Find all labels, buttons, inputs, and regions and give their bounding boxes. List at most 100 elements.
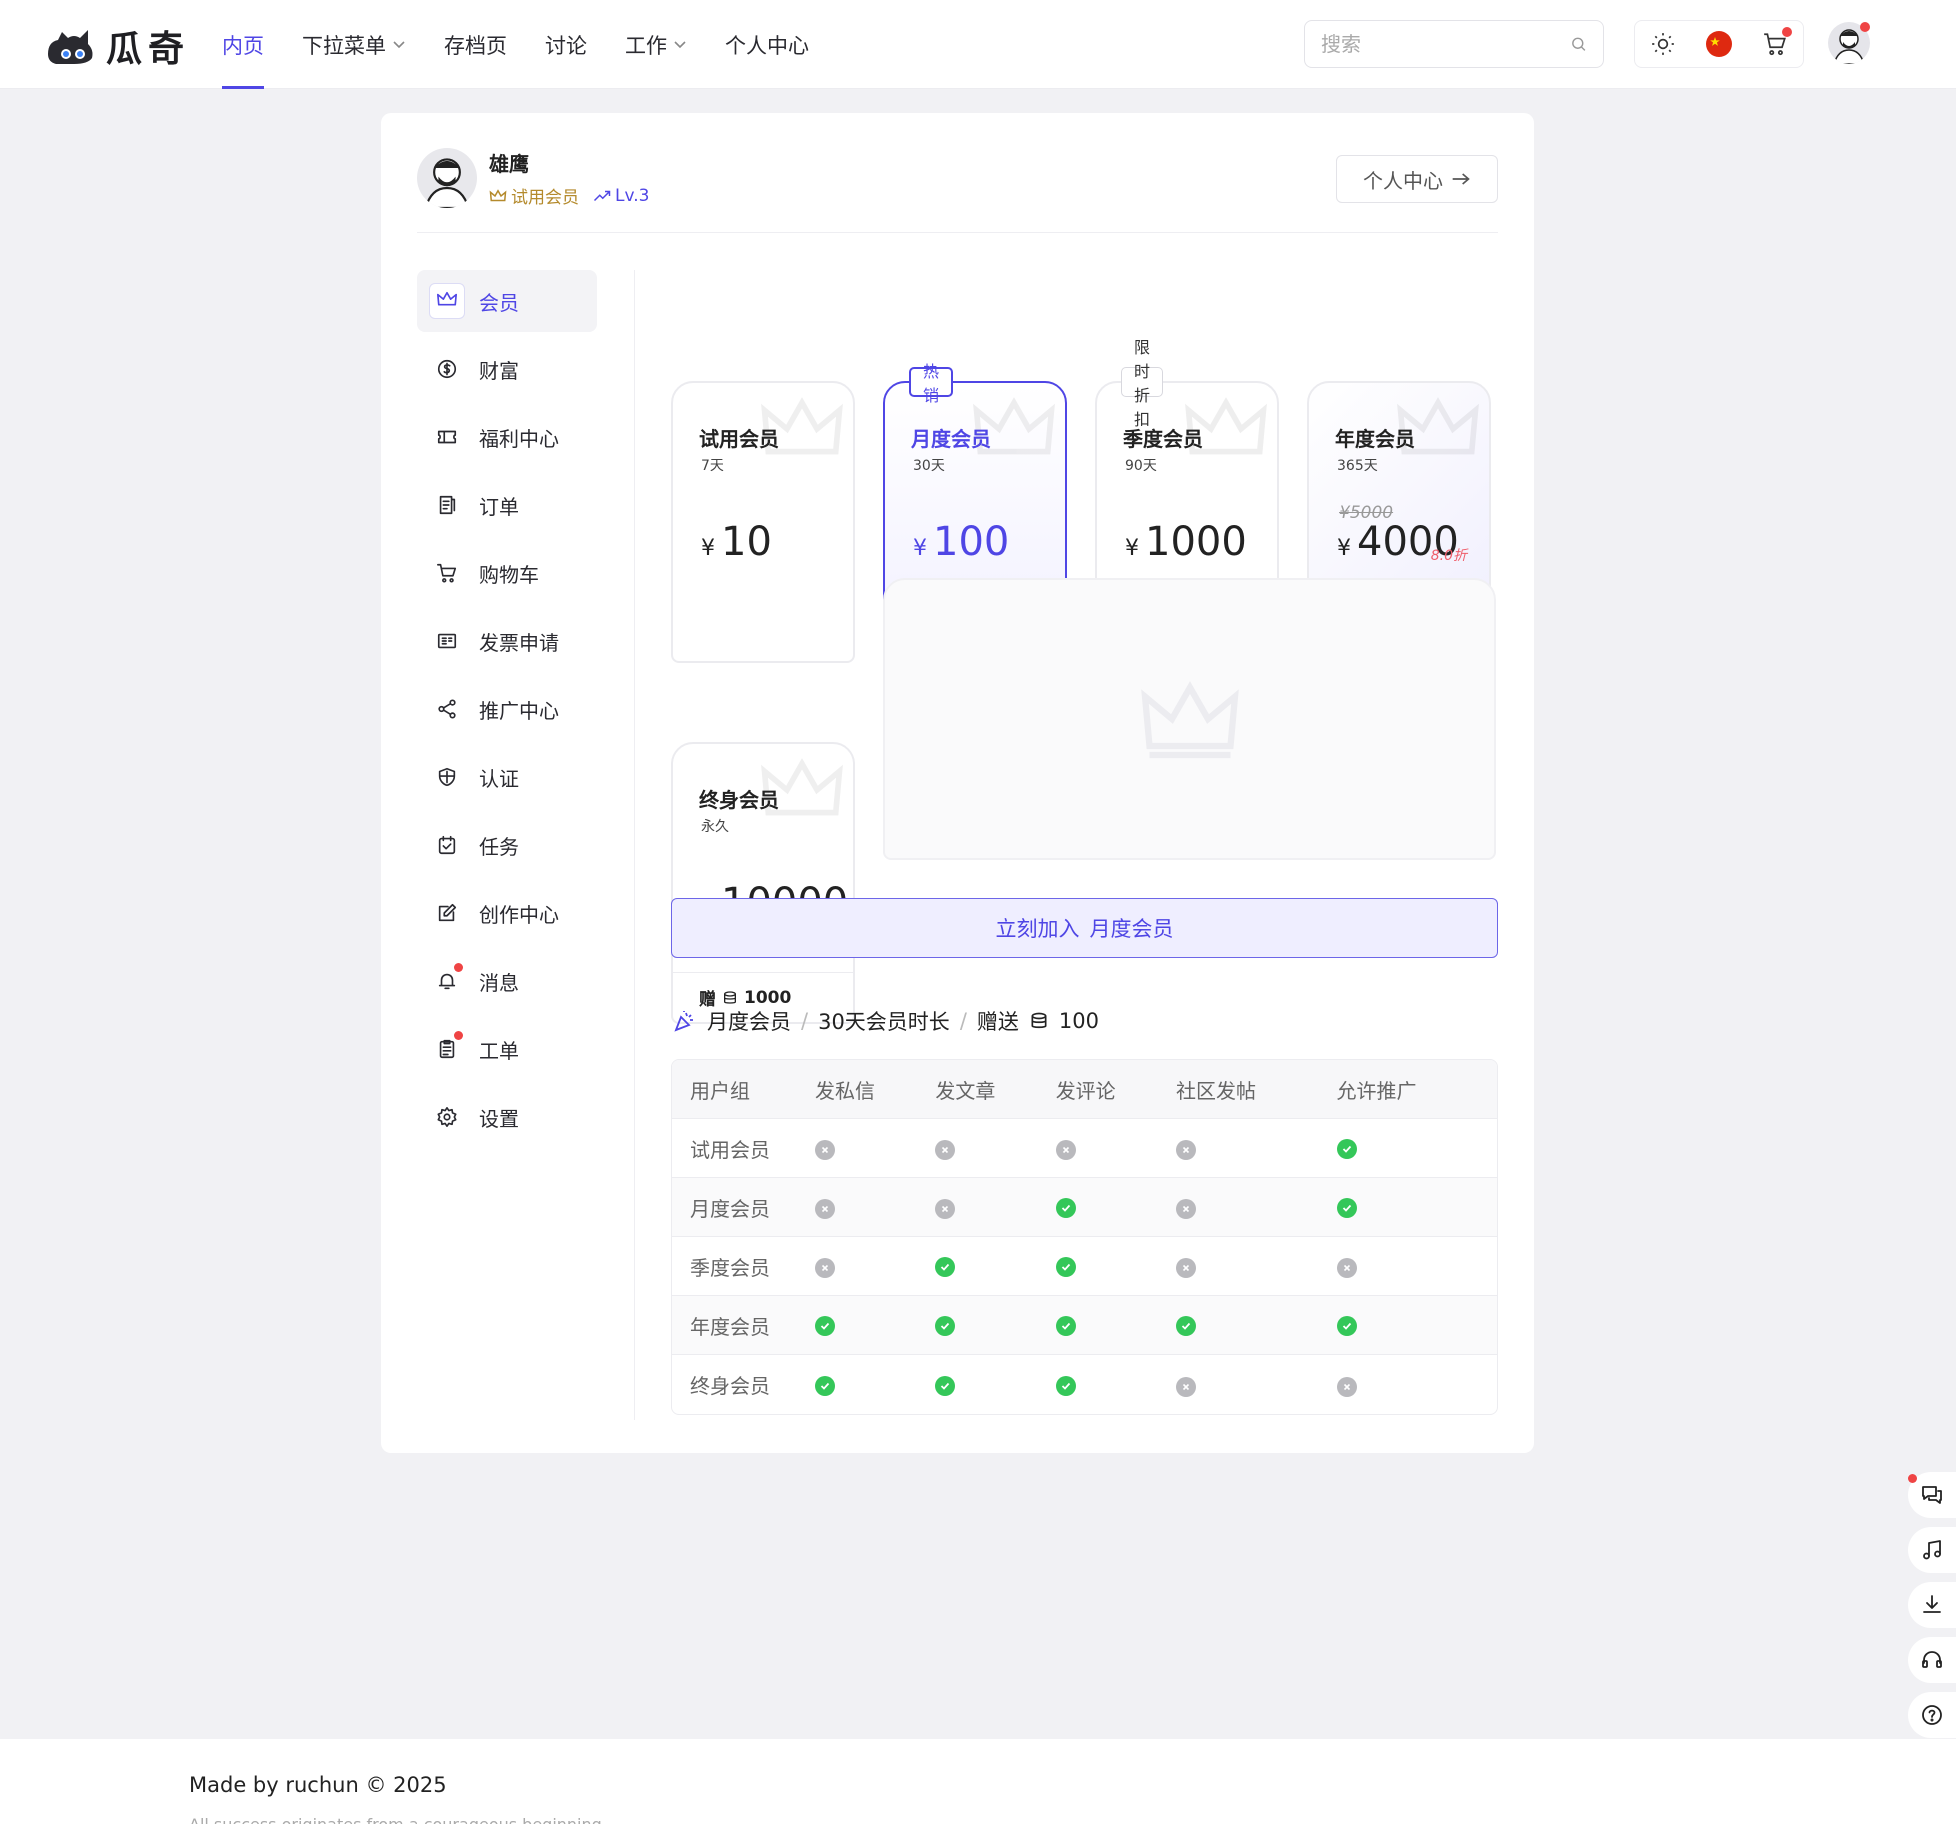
menu-item[interactable]: 任务 [417, 814, 597, 876]
plan-duration: 7天 [701, 458, 724, 474]
empty-plan-slot [883, 578, 1496, 860]
plan-summary: 月度会员 / 30天会员时长 / 赠送 100 [673, 1006, 1099, 1036]
permission-cell [1336, 1296, 1497, 1355]
task-icon [438, 835, 456, 855]
permission-row: 试用会员 [672, 1119, 1497, 1178]
x-circle-icon [1176, 1258, 1197, 1278]
search-input[interactable] [1321, 32, 1570, 56]
chevron-down-icon [674, 40, 686, 48]
nav-label: 讨论 [545, 33, 587, 58]
nav-item[interactable]: 存档页 [444, 0, 507, 89]
help-float-button[interactable] [1908, 1692, 1956, 1738]
plan-card[interactable]: 试用会员 7天 ¥10 [671, 381, 855, 663]
crown-placeholder-icon [1140, 681, 1239, 759]
menu-item[interactable]: 财富 [417, 338, 597, 400]
share-icon [438, 699, 456, 719]
user-avatar[interactable] [417, 148, 477, 208]
download-float-button[interactable] [1908, 1582, 1956, 1628]
check-circle-icon [1055, 1257, 1076, 1277]
menu-label: 购物车 [479, 562, 539, 587]
x-circle-icon [815, 1258, 835, 1278]
headset-float-button[interactable] [1908, 1637, 1956, 1683]
notification-dot [454, 1031, 463, 1040]
permission-cell [935, 1237, 1056, 1296]
menu-label: 认证 [479, 766, 519, 791]
sun-icon [1652, 33, 1674, 55]
menu-icon-wrap [429, 351, 465, 387]
download-icon [1923, 1595, 1941, 1613]
plan-duration: 90天 [1125, 458, 1157, 474]
menu-icon-wrap [429, 419, 465, 455]
permission-cell [1055, 1237, 1177, 1296]
footer-motto: All success originates from a courageous… [189, 1815, 602, 1824]
music-float-button[interactable] [1908, 1527, 1956, 1573]
permission-cell [1336, 1237, 1497, 1296]
menu-item[interactable]: 订单 [417, 474, 597, 536]
permission-cell [935, 1355, 1055, 1414]
menu-label: 任务 [479, 834, 519, 859]
coin-icon [437, 359, 457, 379]
permission-cell [1055, 1178, 1177, 1237]
permission-header: 用户组 [672, 1060, 815, 1119]
chat-float-button[interactable] [1908, 1472, 1956, 1518]
chat-icon [1922, 1486, 1942, 1504]
check-circle-icon [935, 1257, 956, 1277]
menu-item[interactable]: 创作中心 [417, 882, 597, 944]
plan-duration: 永久 [701, 819, 729, 835]
user-name: 雄鹰 [489, 152, 529, 176]
nav-item[interactable]: 个人中心 [725, 0, 809, 89]
personal-center-button[interactable]: 个人中心 [1336, 155, 1498, 203]
menu-item[interactable]: 推广中心 [417, 678, 597, 740]
nav-label: 个人中心 [725, 33, 809, 58]
menu-label: 创作中心 [479, 902, 559, 927]
theme-toggle-button[interactable] [1646, 27, 1680, 61]
clipboard-icon [439, 1039, 455, 1059]
nav-item[interactable]: 工作 [625, 0, 687, 89]
check-circle-icon [1176, 1316, 1197, 1336]
nav-label: 下拉菜单 [302, 33, 386, 58]
plan-price: ¥100 [913, 519, 1009, 565]
plan-price: ¥10 [701, 519, 772, 565]
menu-item[interactable]: 会员 [417, 270, 597, 332]
plan-price: ¥1000 [1125, 519, 1247, 565]
chevron-down-icon [393, 40, 405, 48]
party-popper-icon [674, 1011, 693, 1032]
x-circle-icon [815, 1140, 835, 1160]
search-box[interactable] [1304, 20, 1604, 68]
menu-item[interactable]: 认证 [417, 746, 597, 808]
menu-divider [634, 270, 635, 1420]
x-circle-icon [1176, 1376, 1197, 1397]
cart-button[interactable] [1758, 27, 1792, 61]
check-circle-icon [1336, 1198, 1357, 1218]
search-icon[interactable] [1570, 33, 1587, 55]
header-divider [417, 232, 1498, 233]
permission-cell [935, 1178, 1056, 1237]
check-circle-icon [935, 1316, 956, 1336]
language-button[interactable] [1702, 27, 1736, 61]
permission-cell [815, 1178, 936, 1237]
nav-item[interactable]: 讨论 [545, 0, 587, 89]
site-logo[interactable]: 瓜奇 [44, 20, 190, 72]
plan-price-value: 1000 [1145, 519, 1247, 565]
page-footer: Made by ruchun © 2025 All success origin… [0, 1739, 1956, 1824]
summary-separator: / [959, 1009, 967, 1033]
menu-item[interactable]: 设置 [417, 1086, 597, 1148]
menu-item[interactable]: 购物车 [417, 542, 597, 604]
permission-cell [815, 1119, 936, 1178]
level-label: Lv.3 [615, 185, 650, 206]
menu-item[interactable]: 工单 [417, 1018, 597, 1080]
nav-item[interactable]: 内页 [222, 0, 264, 89]
plan-discount: 8.0折 [1430, 548, 1467, 564]
menu-item[interactable]: 发票申请 [417, 610, 597, 672]
plan-badge: 热销 [909, 362, 954, 405]
summary-duration: 30天会员时长 [818, 1010, 950, 1034]
nav-item[interactable]: 下拉菜单 [302, 0, 406, 89]
plan-card[interactable]: 终身会员永久¥10000赠1000 [671, 742, 855, 1024]
menu-item[interactable]: 消息 [417, 950, 597, 1012]
menu-item[interactable]: 福利中心 [417, 406, 597, 468]
join-membership-button[interactable]: 立刻加入 月度会员 [671, 898, 1498, 958]
permission-header: 发评论 [1055, 1060, 1177, 1119]
menu-icon-wrap [429, 759, 465, 795]
plan-name: 试用会员 [699, 427, 779, 451]
menu-label: 发票申请 [479, 630, 559, 655]
